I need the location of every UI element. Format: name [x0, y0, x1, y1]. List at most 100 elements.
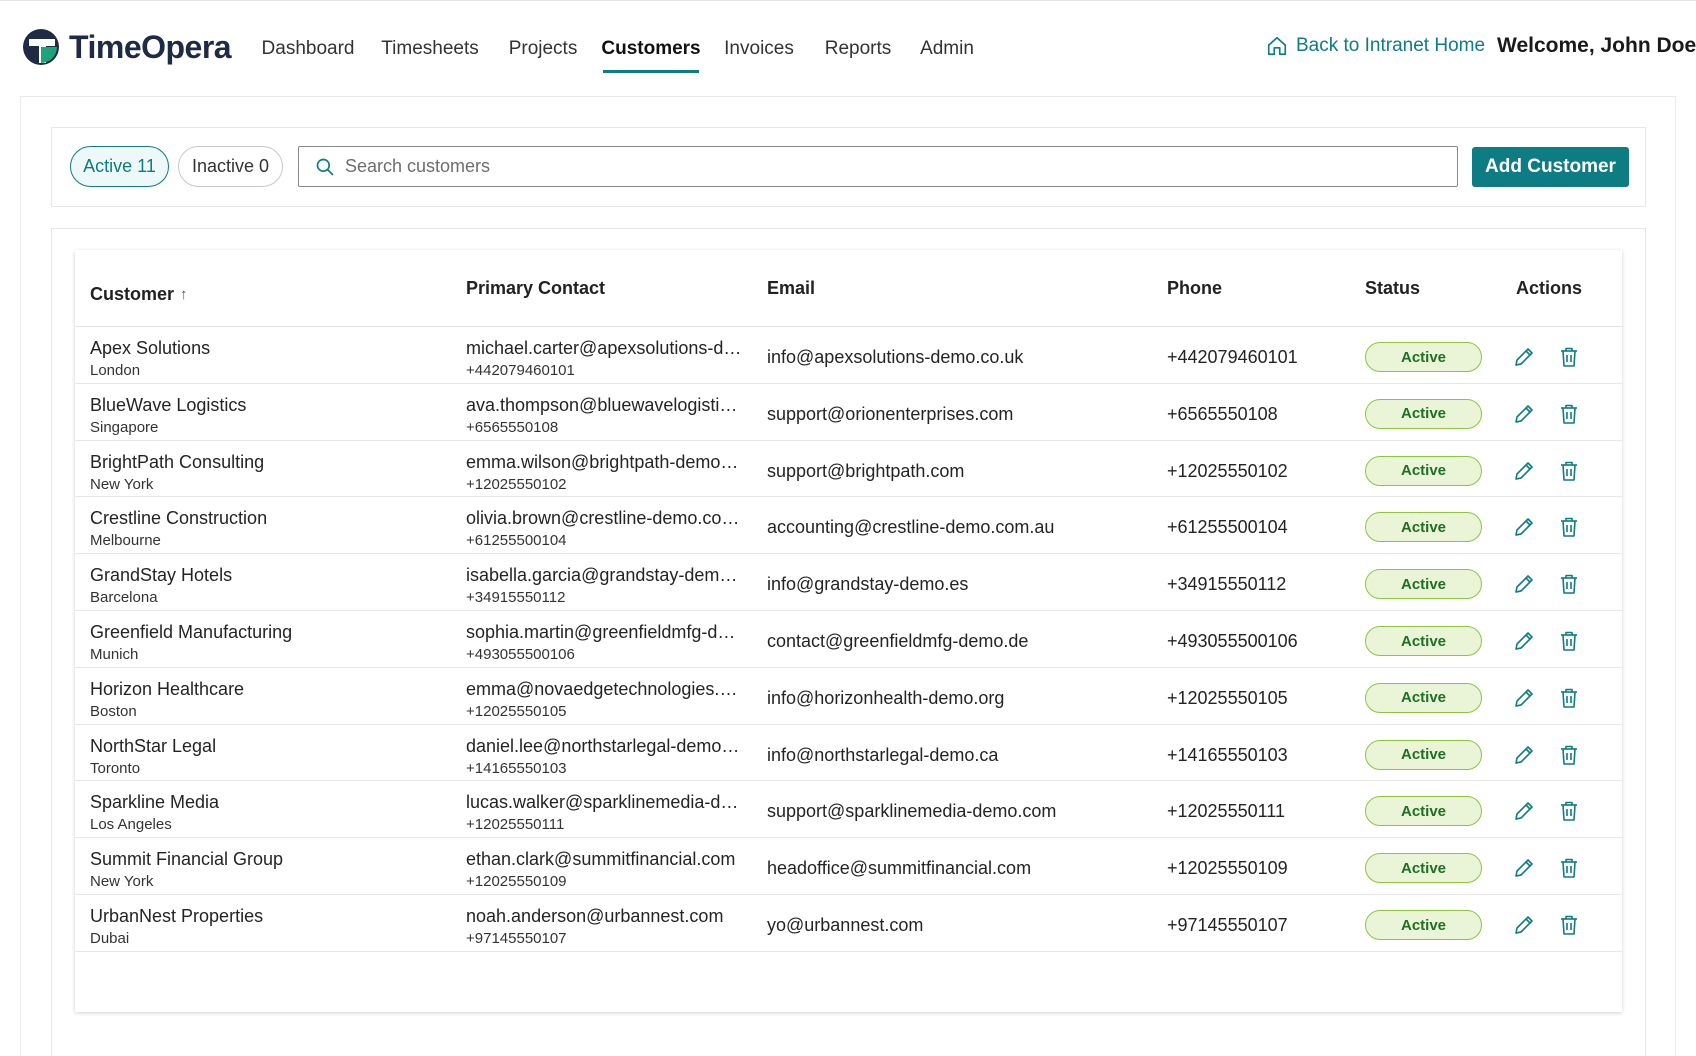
status-badge: Active [1365, 512, 1482, 543]
table-row: Summit Financial Group New York ethan.cl… [75, 838, 1622, 895]
filter-active-pill[interactable]: Active 11 [70, 146, 169, 187]
edit-button[interactable] [1511, 571, 1537, 597]
edit-button[interactable] [1511, 912, 1537, 938]
customer-cell: BrightPath Consulting New York [90, 451, 264, 495]
trash-icon [1561, 915, 1577, 935]
pencil-icon [1515, 518, 1533, 537]
edit-button[interactable] [1511, 458, 1537, 484]
delete-button[interactable] [1556, 685, 1582, 711]
delete-button[interactable] [1556, 401, 1582, 427]
edit-button[interactable] [1511, 855, 1537, 881]
status-badge: Active [1365, 910, 1482, 940]
pencil-icon [1515, 745, 1533, 764]
delete-button[interactable] [1556, 742, 1582, 768]
customer-email: info@grandstay-demo.es [767, 574, 969, 595]
back-to-intranet-link[interactable]: Back to Intranet Home [1266, 35, 1485, 57]
status-badge: Active [1365, 342, 1482, 372]
customer-name[interactable]: Crestline Construction [90, 507, 267, 529]
customer-name[interactable]: BlueWave Logistics [90, 394, 246, 416]
customer-name[interactable]: Sparkline Media [90, 791, 219, 813]
contact-phone: +442079460101 [466, 362, 575, 379]
customer-city: Dubai [90, 930, 130, 947]
customer-name[interactable]: BrightPath Consulting [90, 451, 264, 473]
status-badge: Active [1365, 739, 1482, 770]
customer-cell: NorthStar Legal Toronto [90, 735, 216, 779]
customer-city: Toronto [90, 759, 141, 777]
trash-icon [1561, 404, 1577, 424]
customer-cell: Greenfield Manufacturing Munich [90, 621, 292, 665]
customer-cell: Horizon Healthcare Boston [90, 678, 244, 722]
delete-button[interactable] [1556, 912, 1582, 938]
status-badge: Active [1365, 853, 1482, 884]
customer-name[interactable]: UrbanNest Properties [90, 905, 263, 927]
delete-button[interactable] [1556, 628, 1582, 654]
app-logo[interactable]: TimeOpera [21, 27, 232, 67]
contact-email: lucas.walker@sparklinemedia-demo.com [466, 792, 742, 813]
customer-name[interactable]: Apex Solutions [90, 337, 210, 359]
pencil-icon [1515, 348, 1533, 366]
customer-phone: +97145550107 [1167, 915, 1288, 935]
primary-contact-cell: olivia.brown@crestline-demo.com.au +6125… [466, 507, 742, 551]
nav-reports[interactable]: Reports [825, 1, 892, 97]
edit-button[interactable] [1511, 798, 1537, 824]
table-row: Sparkline Media Los Angeles lucas.walker… [75, 781, 1622, 839]
edit-button[interactable] [1511, 628, 1537, 654]
customer-cell: Apex Solutions London [90, 337, 210, 381]
delete-button[interactable] [1556, 514, 1582, 540]
customer-name[interactable]: Horizon Healthcare [90, 678, 244, 700]
home-icon [1267, 36, 1287, 56]
customer-name[interactable]: Greenfield Manufacturing [90, 621, 292, 643]
table-row: BrightPath Consulting New York emma.wils… [75, 441, 1622, 498]
edit-button[interactable] [1511, 514, 1537, 540]
customer-phone: +493055500106 [1167, 631, 1298, 651]
contact-email: michael.carter@apexsolutions-demo.co.uk [466, 338, 742, 358]
edit-button[interactable] [1511, 401, 1537, 427]
column-header-status: Status [1365, 278, 1421, 298]
customer-phone: +14165550103 [1167, 744, 1288, 765]
delete-button[interactable] [1556, 458, 1582, 484]
nav-invoices[interactable]: Invoices [724, 1, 794, 97]
search-input[interactable] [345, 156, 1445, 177]
customer-phone: +34915550112 [1167, 574, 1287, 595]
app-name: TimeOpera [69, 28, 232, 65]
main-nav: Dashboard Timesheets Projects Customers … [262, 1, 974, 97]
contact-phone: +14165550103 [466, 759, 567, 777]
customer-cell: Sparkline Media Los Angeles [90, 791, 219, 835]
nav-dashboard[interactable]: Dashboard [262, 1, 355, 97]
delete-button[interactable] [1556, 855, 1582, 881]
customer-cell: BlueWave Logistics Singapore [90, 394, 246, 438]
customer-name[interactable]: NorthStar Legal [90, 735, 216, 757]
edit-button[interactable] [1511, 685, 1537, 711]
customer-name[interactable]: GrandStay Hotels [90, 564, 232, 586]
delete-button[interactable] [1556, 344, 1582, 370]
customer-city: Munich [90, 646, 139, 663]
edit-button[interactable] [1511, 344, 1537, 370]
add-customer-button[interactable]: Add Customer [1472, 147, 1629, 187]
delete-button[interactable] [1556, 798, 1582, 824]
nav-customers[interactable]: Customers [601, 1, 701, 97]
contact-phone: +61255500104 [466, 532, 567, 550]
contact-phone: +97145550107 [466, 930, 567, 947]
delete-button[interactable] [1556, 571, 1582, 597]
table-row: BlueWave Logistics Singapore ava.thompso… [75, 384, 1622, 441]
column-header-customer-label: Customer [90, 284, 175, 304]
column-header-customer[interactable]: Customer ↑ [90, 284, 188, 305]
trash-icon [1561, 858, 1577, 878]
nav-timesheets[interactable]: Timesheets [381, 1, 479, 97]
primary-contact-cell: emma.wilson@brightpath-demo.com +1202555… [466, 451, 742, 495]
customer-phone: +12025550111 [1167, 801, 1285, 822]
filter-inactive-pill[interactable]: Inactive 0 [178, 146, 283, 187]
customer-name[interactable]: Summit Financial Group [90, 848, 283, 870]
customer-phone: +12025550109 [1167, 858, 1288, 879]
nav-projects[interactable]: Projects [509, 1, 578, 97]
trash-icon [1561, 574, 1577, 594]
edit-button[interactable] [1511, 742, 1537, 768]
contact-email: ava.thompson@bluewavelogistics-demo.sg [466, 394, 742, 415]
customer-email: contact@greenfieldmfg-demo.de [767, 631, 1029, 651]
customer-city: Melbourne [90, 532, 161, 550]
contact-email: emma.wilson@brightpath-demo.com [466, 451, 742, 472]
trash-icon [1561, 461, 1577, 481]
nav-admin[interactable]: Admin [920, 1, 974, 97]
trash-icon [1561, 518, 1577, 538]
table-row: Crestline Construction Melbourne olivia.… [75, 497, 1622, 555]
